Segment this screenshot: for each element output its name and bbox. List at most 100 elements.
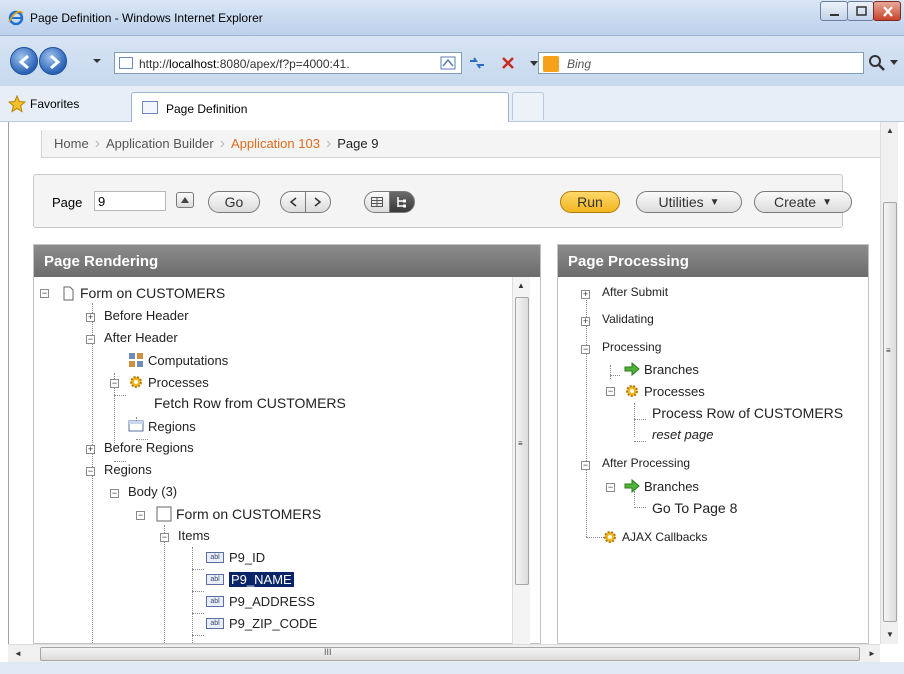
green-arrow-icon — [624, 361, 640, 377]
tree-node-ajax-callbacks[interactable]: AJAX Callbacks — [602, 529, 707, 545]
scroll-left-icon[interactable]: ◄ — [14, 649, 22, 658]
node-label: Before Header — [104, 308, 189, 323]
expand-toggle-icon[interactable]: + — [581, 290, 590, 299]
favorites-button[interactable]: Favorites — [8, 94, 79, 114]
tree-node-after-submit[interactable]: After Submit — [602, 285, 668, 299]
tree-node-reset-page[interactable]: reset page — [652, 427, 713, 442]
new-tab-button[interactable] — [512, 92, 544, 120]
run-button[interactable]: Run — [560, 191, 620, 213]
expand-toggle-icon[interactable]: + — [86, 313, 95, 322]
forward-button[interactable] — [39, 47, 67, 75]
tree-node-processing[interactable]: Processing — [602, 340, 661, 354]
breadcrumb-application[interactable]: Application 103 — [231, 136, 320, 151]
tree-node-items[interactable]: Items — [178, 528, 210, 543]
next-icon — [314, 197, 322, 207]
page-horizontal-scrollbar[interactable]: ◄ III ► — [8, 644, 880, 662]
page-vertical-scrollbar[interactable]: ▲ ≡ ▼ — [880, 122, 898, 644]
tree-node-item[interactable]: abl P9_ZIP_CODE — [206, 616, 317, 631]
close-window-button[interactable] — [873, 1, 901, 21]
tree-node-item[interactable]: abl P9_ID — [206, 550, 265, 565]
node-label: P9_ADDRESS — [229, 594, 315, 609]
node-label: Regions — [104, 462, 152, 477]
tree-line — [192, 547, 193, 643]
tree-node-process-row[interactable]: Process Row of CUSTOMERS — [652, 405, 843, 421]
breadcrumb-home[interactable]: Home — [54, 136, 89, 151]
collapse-toggle-icon[interactable]: − — [160, 533, 169, 542]
search-placeholder: Bing — [567, 57, 592, 71]
scroll-up-icon[interactable]: ▲ — [517, 281, 525, 290]
tree-node-processes[interactable]: Processes — [128, 374, 209, 390]
tree-line — [634, 419, 646, 420]
tree-node-go-to-page[interactable]: Go To Page 8 — [652, 500, 737, 516]
tree-node-fetch-row[interactable]: Fetch Row from CUSTOMERS — [154, 395, 346, 411]
detail-view-button[interactable] — [364, 191, 390, 213]
address-bar[interactable]: http://localhost:8080/apex/f?p=4000:41. — [114, 52, 538, 74]
navigation-bar: http://localhost:8080/apex/f?p=4000:41. … — [0, 36, 904, 86]
collapse-toggle-icon[interactable]: − — [136, 511, 145, 520]
tree-node-after-header[interactable]: After Header — [104, 330, 178, 345]
page-lov-button[interactable] — [176, 192, 194, 208]
tree-node-item-selected[interactable]: abl P9_NAME — [206, 572, 294, 587]
compatibility-view-icon[interactable] — [440, 55, 456, 71]
tree-node-item[interactable]: abl P9_ADDRESS — [206, 594, 315, 609]
scroll-up-icon[interactable]: ▲ — [886, 126, 894, 135]
node-label: Processes — [644, 383, 705, 399]
tree-node-form-region[interactable]: Form on CUSTOMERS — [156, 506, 321, 522]
breadcrumb-application-builder[interactable]: Application Builder — [106, 136, 214, 151]
node-label: Validating — [602, 312, 654, 326]
history-dropdown-icon[interactable] — [92, 56, 102, 66]
back-button[interactable] — [10, 47, 38, 75]
caret-down-icon: ▼ — [709, 196, 720, 208]
collapse-toggle-icon[interactable]: − — [110, 379, 119, 388]
tree-node-regions[interactable]: Regions — [128, 418, 196, 434]
page-number-input[interactable] — [94, 191, 166, 211]
tab-page-definition[interactable]: Page Definition — [131, 92, 509, 122]
collapse-toggle-icon[interactable]: − — [110, 489, 119, 498]
rendering-scrollbar[interactable]: ▲ ≡ — [512, 277, 530, 644]
collapse-toggle-icon[interactable]: − — [581, 461, 590, 470]
collapse-toggle-icon[interactable]: − — [86, 467, 95, 476]
maximize-button[interactable] — [847, 1, 874, 21]
stop-icon[interactable] — [500, 55, 516, 71]
tree-node-branches[interactable]: Branches — [624, 478, 699, 494]
collapse-toggle-icon[interactable]: − — [40, 289, 49, 298]
utilities-menu-button[interactable]: Utilities ▼ — [636, 191, 742, 213]
collapse-toggle-icon[interactable]: − — [606, 387, 615, 396]
expand-toggle-icon[interactable]: + — [86, 445, 95, 454]
create-menu-button[interactable]: Create ▼ — [754, 191, 852, 213]
collapse-toggle-icon[interactable]: − — [581, 345, 590, 354]
tree-node-validating[interactable]: Validating — [602, 312, 654, 326]
collapse-toggle-icon[interactable]: − — [606, 483, 615, 492]
tree-node-branches[interactable]: Branches — [624, 361, 699, 377]
tree-node-regions-root[interactable]: Regions — [104, 462, 152, 477]
node-label: Processes — [148, 374, 209, 390]
search-box[interactable]: Bing — [538, 52, 864, 74]
search-icon[interactable] — [868, 54, 886, 72]
previous-page-button[interactable] — [280, 191, 306, 213]
region-box-icon — [156, 506, 172, 522]
tree-view-button[interactable] — [389, 191, 415, 213]
tree-node-processes[interactable]: Processes — [624, 383, 705, 399]
collapse-toggle-icon[interactable]: − — [86, 335, 95, 344]
next-page-button[interactable] — [305, 191, 331, 213]
tree-line — [634, 441, 646, 442]
tree-line — [164, 525, 165, 643]
tree-node-after-processing[interactable]: After Processing — [602, 456, 690, 470]
tree-node-form[interactable]: Form on CUSTOMERS — [60, 285, 225, 301]
tree-node-before-header[interactable]: Before Header — [104, 308, 189, 323]
scroll-right-icon[interactable]: ► — [868, 649, 876, 658]
go-button[interactable]: Go — [208, 191, 260, 213]
scroll-thumb[interactable] — [40, 647, 860, 661]
search-dropdown-icon[interactable] — [890, 60, 898, 66]
minimize-button[interactable] — [820, 1, 848, 21]
scroll-thumb[interactable] — [883, 202, 897, 622]
expand-toggle-icon[interactable]: + — [581, 317, 590, 326]
tree-node-before-regions[interactable]: Before Regions — [104, 440, 194, 455]
address-url[interactable]: http://localhost:8080/apex/f?p=4000:41. — [139, 57, 350, 71]
status-bar — [0, 662, 904, 674]
node-label: Body (3) — [128, 484, 178, 499]
refresh-icon[interactable] — [468, 55, 486, 71]
scroll-down-icon[interactable]: ▼ — [886, 630, 894, 639]
tree-node-computations[interactable]: Computations — [128, 352, 228, 368]
tree-node-body[interactable]: Body (3) — [128, 484, 177, 499]
